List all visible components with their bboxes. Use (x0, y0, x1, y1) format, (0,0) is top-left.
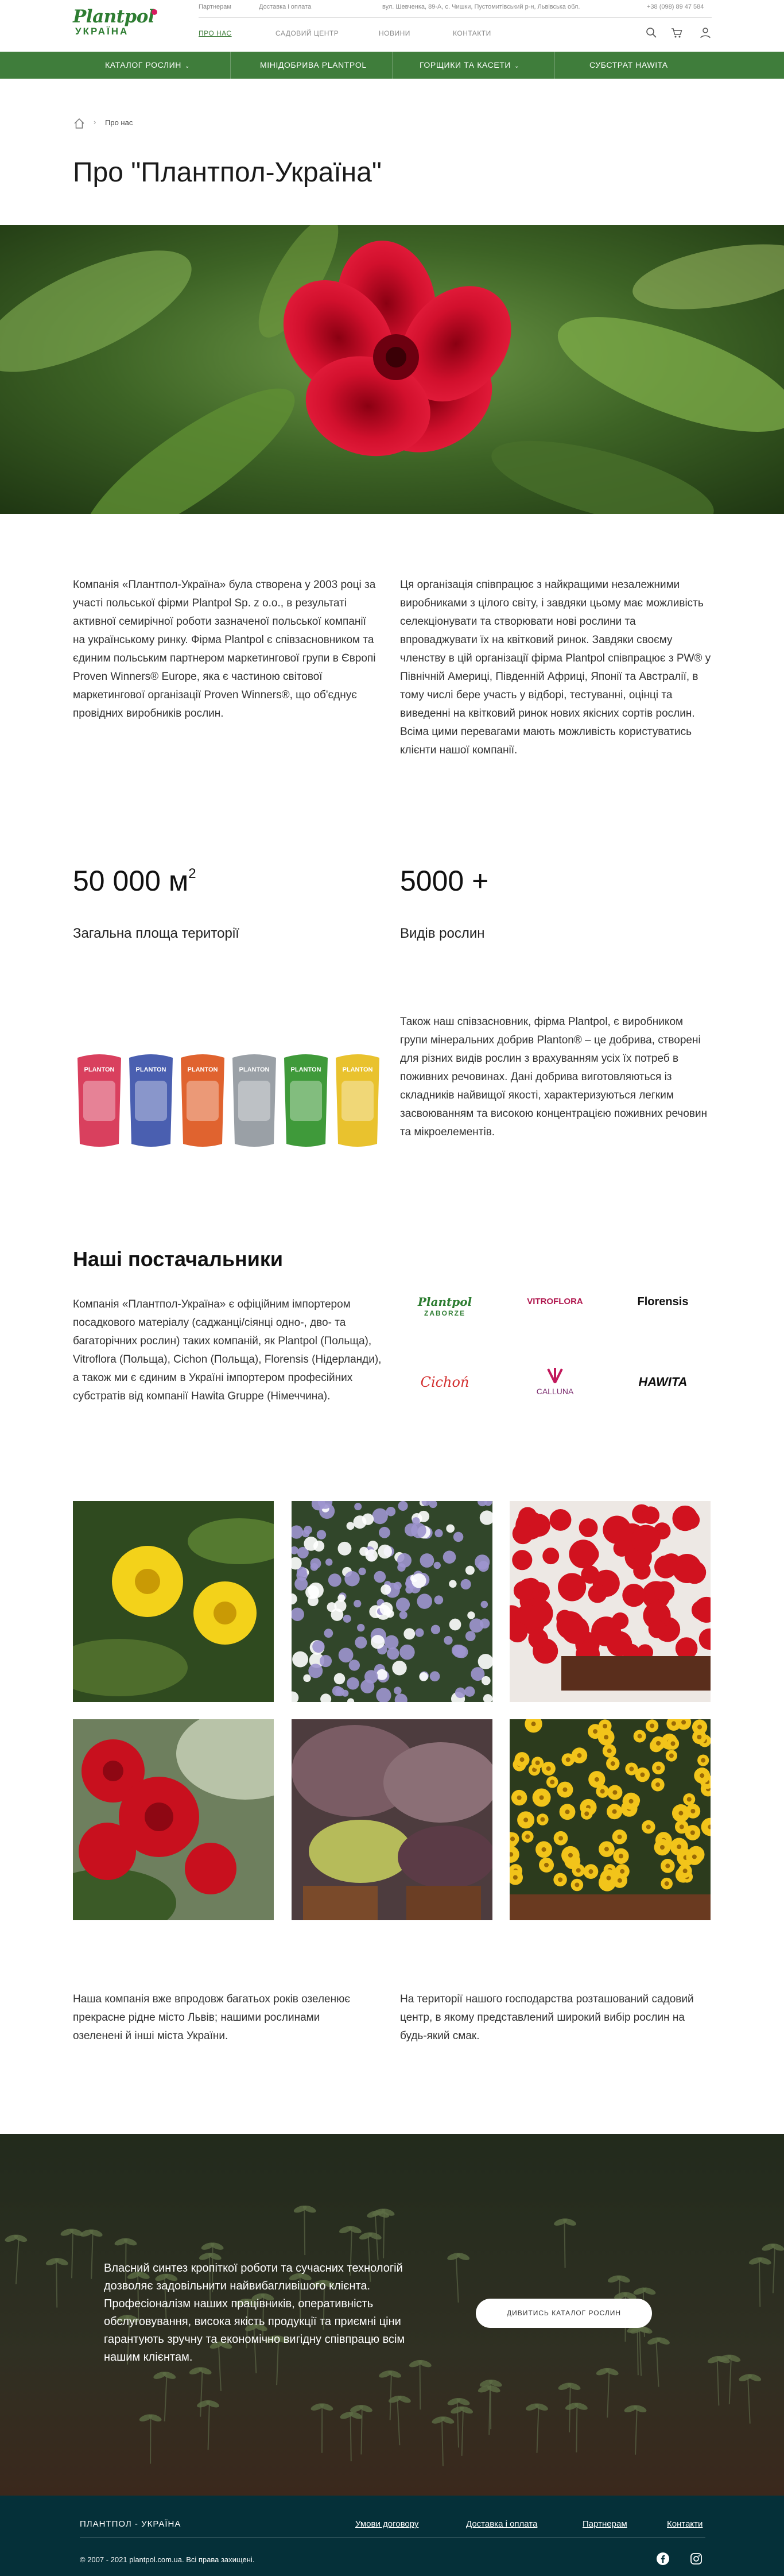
breadcrumb-current: Про нас (105, 118, 133, 127)
nav-contacts[interactable]: Контакти (453, 29, 491, 37)
stat-area-value: 50 000 м2 (73, 865, 196, 897)
stat-area-unit-sup: 2 (188, 866, 196, 881)
category-bar: Каталог рослин ⌄ Мінідобрива Plantpol Гор… (0, 52, 784, 79)
fertilizer-pack-label: PLANTON (343, 1066, 373, 1073)
footer-link-partners[interactable]: Партнерам (583, 2519, 627, 2529)
supplier-logo-florensis: Florensis (614, 1286, 712, 1321)
category-fertilizers[interactable]: Мінідобрива Plantpol (260, 52, 367, 79)
footer-link-contacts[interactable]: Контакти (667, 2519, 703, 2529)
supplier-logo-hawita: HAWITA (614, 1367, 712, 1401)
suppliers-title: Наші постачальники (73, 1247, 284, 1271)
category-label: Горщики та касети (420, 60, 511, 69)
nav-about[interactable]: Про нас (199, 29, 232, 37)
cart-icon[interactable] (670, 26, 683, 39)
utility-link-delivery[interactable]: Доставка і оплата (259, 3, 311, 10)
utility-address: вул. Шевченка, 89-А, с. Чишки, Пустомиті… (382, 3, 580, 10)
fertilizer-pack-label: PLANTON (239, 1066, 270, 1073)
fertilizer-text: Також наш співзасновник, фірма Plantpol,… (400, 1016, 708, 1138)
user-icon[interactable] (699, 26, 712, 39)
supplier-logo-cichon: Cichoń (396, 1367, 494, 1401)
about-text-left: Компанія «Плантпол-Україна» була створен… (73, 579, 376, 720)
footer-link-terms[interactable]: Умови договору (355, 2519, 418, 2529)
fertilizer-pack: PLANTON (77, 1054, 121, 1147)
utility-link-partners[interactable]: Партнерам (199, 3, 231, 10)
fertilizer-pack-label: PLANTON (188, 1066, 218, 1073)
supplier-logo-text: VITROFLORA (527, 1297, 583, 1306)
yellow-flowers-photo (73, 1501, 274, 1702)
fertilizer-pack: PLANTON (232, 1054, 276, 1147)
supplier-logo-vitroflora: VITROFLORA (506, 1286, 604, 1321)
category-substrate[interactable]: Субстрат Hawita (589, 52, 668, 79)
category-pots[interactable]: Горщики та касети ⌄ (420, 52, 519, 79)
chevron-down-icon: ⌄ (514, 63, 520, 69)
fertilizer-pack: PLANTON (181, 1054, 224, 1147)
supplier-logo-text: HAWITA (638, 1375, 688, 1389)
supplier-logo-text: Plantpol (417, 1295, 472, 1309)
calluna-flower-icon (547, 1368, 563, 1383)
category-label: Каталог рослин (105, 60, 182, 69)
closing-text-right: На території нашого господарства розташо… (400, 1993, 694, 2042)
facebook-icon[interactable] (656, 2552, 670, 2566)
chevron-down-icon: ⌄ (185, 63, 190, 69)
lilac-flowers-photo (292, 1501, 492, 1702)
supplier-logo-text: Florensis (637, 1295, 689, 1308)
yellow-bidens-photo (510, 1719, 711, 1920)
footer-brand: ПЛАНТПОЛ - УКРАЇНА (80, 2519, 181, 2529)
stat-area-label: Загальна площа території (73, 926, 239, 941)
red-geranium-photo (73, 1719, 274, 1920)
heuchera-photo (292, 1719, 492, 1920)
fertilizer-pack: PLANTON (284, 1054, 328, 1147)
fertilizer-pack-label: PLANTON (84, 1066, 115, 1073)
page-title: Про "Плантпол-Україна" (73, 157, 382, 188)
footer-link-delivery[interactable]: Доставка і оплата (466, 2519, 537, 2529)
category-separator (554, 52, 555, 79)
supplier-logo-calluna: CALLUNA (506, 1367, 604, 1401)
fertilizer-pack: PLANTON (336, 1054, 379, 1147)
nav-garden-center[interactable]: Садовий центр (275, 29, 339, 37)
breadcrumb-separator: › (94, 118, 96, 126)
fertilizer-pack: PLANTON (129, 1054, 173, 1147)
instagram-icon[interactable] (689, 2552, 703, 2566)
hero-red-flower-image (0, 225, 784, 514)
category-plant-catalog[interactable]: Каталог рослин ⌄ (105, 52, 190, 79)
suppliers-text: Компанія «Плантпол-Україна» є офіційним … (73, 1298, 382, 1402)
cta-text: Власний синтез кропіткої роботи та сучас… (104, 2262, 405, 2364)
search-icon[interactable] (645, 26, 658, 39)
fertilizer-pack-label: PLANTON (291, 1066, 321, 1073)
stat-species-label: Видів рослин (400, 926, 485, 941)
fertilizer-packs-image: PLANTON PLANTON PLANTON PLANTON PLANTON PLANT… (77, 1054, 379, 1147)
about-text-right: Ця організація співпрацює з найкращими н… (400, 579, 711, 756)
header-divider (199, 17, 712, 18)
category-separator (392, 52, 393, 79)
fertilizer-pack-label: PLANTON (136, 1066, 166, 1073)
site-logo[interactable]: Plantpol УКРАЇНА (73, 8, 165, 39)
home-icon[interactable] (73, 117, 86, 130)
stat-species-value: 5000 + (400, 865, 489, 897)
supplier-logo-text: Cichoń (420, 1374, 469, 1390)
logo-subtitle: УКРАЇНА (75, 26, 129, 37)
logo-wordmark: Plantpol (73, 6, 155, 27)
footer-copyright: © 2007 - 2021 plantpol.com.ua. Всі права… (80, 2555, 255, 2564)
utility-phone[interactable]: +38 (098) 89 47 584 (647, 3, 704, 10)
nav-news[interactable]: Новини (379, 29, 410, 37)
logo-flower-dot (152, 9, 157, 15)
supplier-logo-subtext: ZABORZE (424, 1309, 465, 1317)
red-petunia-photo (510, 1501, 711, 1702)
view-catalog-button[interactable]: Дивитись каталог рослин (476, 2299, 652, 2328)
supplier-logo-plantpol-zaborze: Plantpol ZABORZE (396, 1286, 494, 1321)
footer-divider (80, 2537, 705, 2538)
category-separator (230, 52, 231, 79)
closing-text-left: Наша компанія вже впродовж багатьох рокі… (73, 1993, 351, 2042)
